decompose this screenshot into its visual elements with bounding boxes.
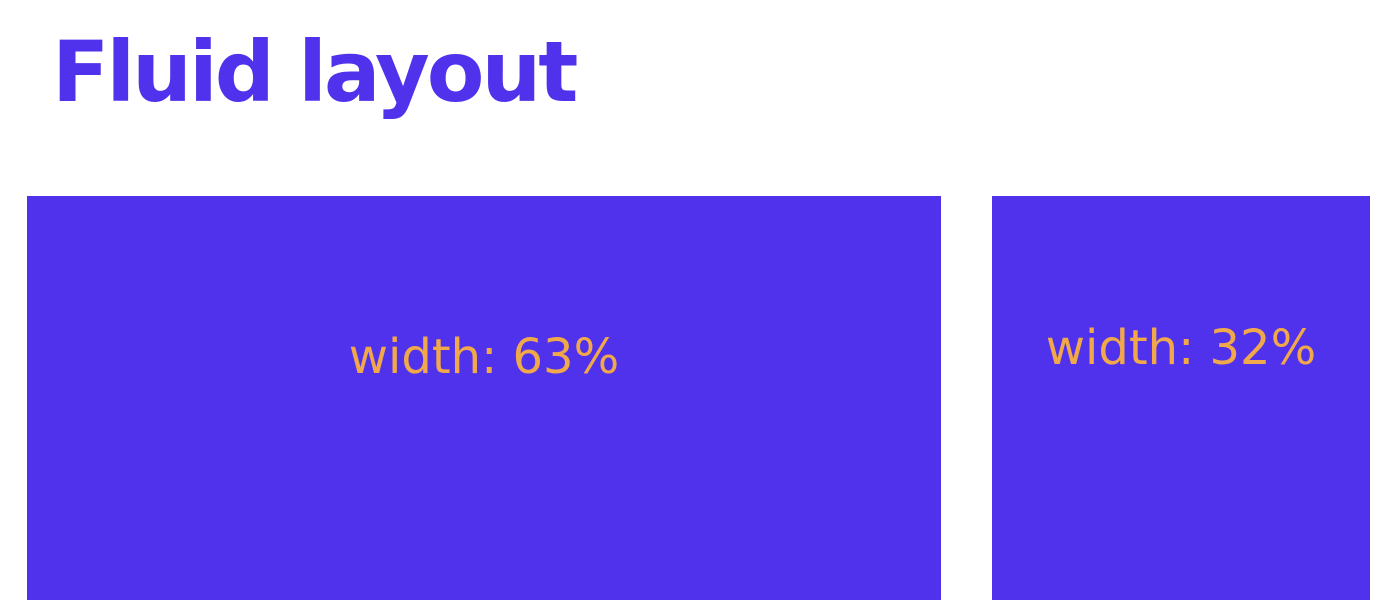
wide-column-box: width: 63% — [27, 196, 941, 600]
page-title: Fluid layout — [52, 23, 578, 121]
narrow-column-label: width: 32% — [1045, 320, 1317, 376]
wide-column-label: width: 63% — [348, 329, 620, 385]
narrow-column-box: width: 32% — [992, 196, 1370, 600]
